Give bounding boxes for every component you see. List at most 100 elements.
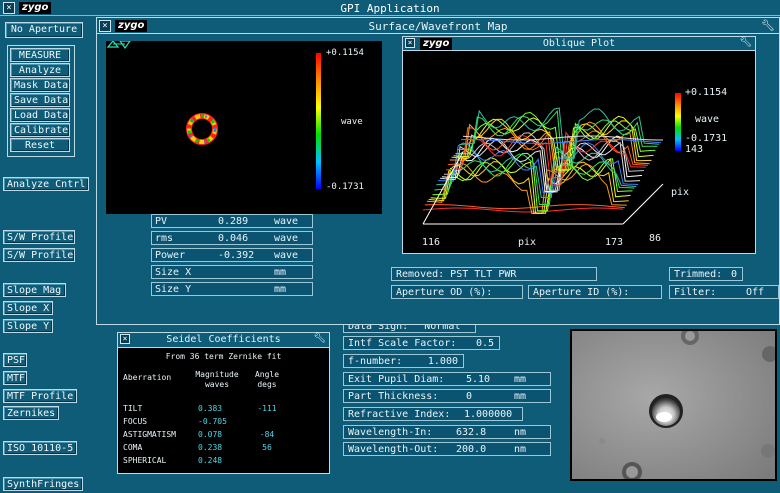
- seidel-row-magnitude: -0.705: [198, 417, 227, 426]
- stat-field-rms: rms 0.046 wave: [151, 231, 313, 245]
- seidel-title: Seidel Coefficients: [166, 334, 281, 345]
- oblique-profile-line: [430, 157, 631, 214]
- aperture-id-field[interactable]: Aperture ID (%):: [528, 285, 662, 299]
- wrench-icon[interactable]: 🔧︎: [313, 333, 326, 344]
- filter-field[interactable]: Filter: Off: [669, 285, 779, 299]
- app-title: GPI Application: [340, 2, 440, 15]
- refractive-index-value: 1.000000: [464, 409, 513, 420]
- surface-title: Surface/Wavefront Map: [368, 20, 508, 33]
- wavelength-in-label: Wavelength-In:: [348, 427, 433, 438]
- btn-analyze[interactable]: Analyze: [10, 63, 70, 77]
- oblique-y-bottom: 86: [649, 233, 662, 244]
- btn-mask-data[interactable]: Mask Data: [10, 78, 70, 92]
- synth-fringes-button[interactable]: SynthFringes: [3, 477, 83, 491]
- stat-value: 0.289: [218, 216, 249, 227]
- part-thickness-label: Part Thickness:: [348, 391, 439, 402]
- stat-unit: mm: [274, 267, 287, 278]
- oblique-legend-min: -0.1731: [685, 133, 728, 144]
- stat-field-size-y: Size Y mm: [151, 282, 313, 296]
- camera-live-view[interactable]: [570, 329, 777, 481]
- filter-label: Filter:: [674, 287, 717, 298]
- oblique-title: Oblique Plot: [542, 38, 616, 49]
- wavelength-out-field[interactable]: Wavelength-Out: 200.0 nm: [343, 442, 551, 456]
- refractive-index-label: Refractive Index:: [348, 409, 451, 420]
- wavelength-in-value: 632.8: [456, 427, 487, 438]
- surface-wavefront-window: × zygo Surface/Wavefront Map 🔧︎ +0.1154 …: [96, 17, 780, 325]
- fnumber-label: f-number:: [348, 356, 403, 367]
- aperture-od-field[interactable]: Aperture OD (%):: [391, 285, 523, 299]
- oblique-y-top: 143: [685, 144, 704, 155]
- wrench-icon[interactable]: 🔧︎: [739, 37, 752, 48]
- mtf-button[interactable]: MTF: [3, 371, 27, 385]
- col-aberration: Aberration: [123, 373, 172, 382]
- exit-pupil-unit: mm: [514, 374, 527, 385]
- seidel-row-name: SPHERICAL: [123, 456, 167, 465]
- seidel-subtitle: From 36 term Zernike fit: [165, 352, 282, 361]
- seidel-row-name: COMA: [123, 443, 143, 452]
- seidel-row-angle: 56: [262, 443, 272, 452]
- slope-mag-button[interactable]: Slope Mag: [3, 283, 66, 297]
- legend-unit: wave: [341, 117, 363, 127]
- oblique-x-right: 173: [605, 237, 624, 248]
- part-thickness-unit: mm: [514, 391, 527, 402]
- stat-label: PV: [155, 216, 168, 227]
- stat-label: Power: [155, 250, 186, 261]
- stat-field-pv: PV 0.289 wave: [151, 214, 313, 228]
- removed-field[interactable]: Removed: PST TLT PWR: [391, 267, 597, 281]
- psf-button[interactable]: PSF: [3, 353, 27, 367]
- analyze-cntrl-button[interactable]: Analyze Cntrl: [3, 177, 89, 191]
- stat-value: -0.392: [218, 250, 255, 261]
- intf-scale-label: Intf Scale Factor:: [348, 338, 457, 349]
- sw-profile-button-1[interactable]: S/W Profile: [3, 230, 75, 244]
- oblique-plot-window[interactable]: × zygo Oblique Plot 🔧︎ +0.1154 wave -0.1…: [402, 36, 756, 254]
- oblique-x-label: pix: [518, 237, 537, 248]
- mtf-profile-button[interactable]: MTF Profile: [3, 389, 77, 403]
- col-angle: Angle: [254, 370, 280, 379]
- btn-save-data[interactable]: Save Data: [10, 93, 70, 107]
- stat-unit: wave: [274, 216, 299, 227]
- fnumber-field[interactable]: f-number: 1.000: [343, 354, 464, 368]
- slope-y-button[interactable]: Slope Y: [3, 319, 53, 333]
- surface-map-plot[interactable]: +0.1154 wave -0.1731: [106, 40, 382, 214]
- part-thickness-field[interactable]: Part Thickness: 0 mm: [343, 389, 551, 403]
- btn-load-data[interactable]: Load Data: [10, 108, 70, 122]
- btn-measure[interactable]: MEASURE: [10, 48, 70, 62]
- seidel-row-magnitude: 0.238: [198, 443, 223, 452]
- sw-profile-button-2[interactable]: S/W Profile: [3, 248, 75, 262]
- seidel-row-magnitude: 0.078: [198, 430, 223, 439]
- stat-field-size-x: Size X mm: [151, 265, 313, 279]
- filter-value: Off: [745, 287, 764, 298]
- iso-10110-button[interactable]: ISO 10110-5: [3, 441, 77, 455]
- exit-pupil-value: 5.10: [466, 374, 491, 385]
- wrench-icon[interactable]: 🔧︎: [761, 19, 775, 32]
- aperture-button[interactable]: No Aperture: [5, 22, 83, 38]
- oblique-profile-line: [436, 146, 637, 198]
- exit-pupil-field[interactable]: Exit Pupil Diam: 5.10 mm: [343, 372, 551, 386]
- stat-unit: mm: [274, 284, 287, 295]
- intf-scale-field[interactable]: Intf Scale Factor: 0.5: [343, 336, 500, 350]
- refractive-index-field[interactable]: Refractive Index: 1.000000: [343, 407, 523, 421]
- oblique-color-bar: [675, 93, 681, 151]
- trimmed-label: Trimmed:: [674, 269, 723, 280]
- oblique-legend-unit: wave: [695, 114, 720, 125]
- zernikes-button[interactable]: Zernikes: [3, 406, 59, 420]
- seidel-row-angle: -84: [259, 430, 275, 439]
- stat-label: Size Y: [155, 284, 192, 295]
- exit-pupil-label: Exit Pupil Diam:: [348, 374, 445, 385]
- legend-max: +0.1154: [326, 48, 364, 58]
- fnumber-value: 1.000: [427, 356, 458, 367]
- col-magnitude-unit: waves: [204, 380, 230, 389]
- trimmed-field[interactable]: Trimmed: 0: [669, 267, 743, 281]
- wavelength-out-value: 200.0: [456, 444, 487, 455]
- seidel-row-magnitude: 0.383: [198, 404, 223, 413]
- stat-field-power: Power -0.392 wave: [151, 248, 313, 262]
- btn-reset[interactable]: Reset: [10, 138, 70, 152]
- wavelength-in-field[interactable]: Wavelength-In: 632.8 nm: [343, 425, 551, 439]
- legend-min: -0.1731: [326, 182, 364, 192]
- btn-calibrate[interactable]: Calibrate: [10, 123, 70, 137]
- trimmed-value: 0: [730, 269, 737, 280]
- seidel-row-name: ASTIGMATISM: [123, 430, 176, 439]
- wavelength-in-unit: nm: [514, 427, 527, 438]
- wavelength-out-unit: nm: [514, 444, 527, 455]
- slope-x-button[interactable]: Slope X: [3, 301, 53, 315]
